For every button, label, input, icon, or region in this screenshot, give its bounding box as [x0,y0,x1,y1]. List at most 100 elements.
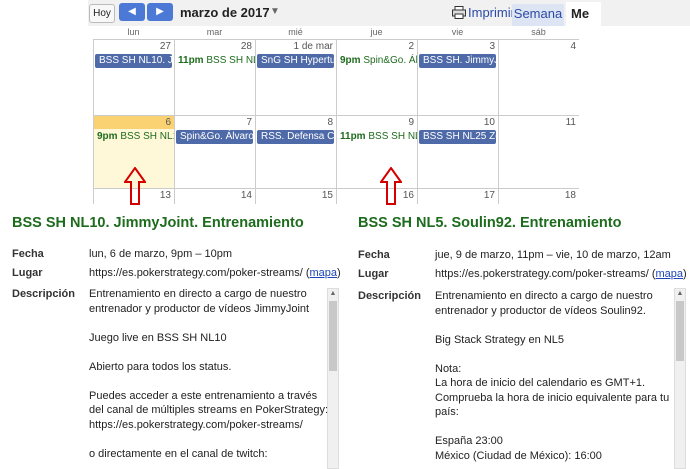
prev-month-button[interactable]: ◀ [119,3,145,21]
event-label: BSS SH NL10 [120,131,174,142]
day-cell[interactable]: 8 [255,115,336,188]
description-label: Descripción [12,288,75,300]
day-cell[interactable]: 27 [93,39,174,115]
description-scrollbar[interactable]: ▲ [674,288,686,469]
print-button[interactable]: Imprimir [452,5,515,20]
map-link[interactable]: mapa [310,267,338,279]
day-cell[interactable]: 10 [417,115,498,188]
day-number[interactable]: 9 [408,117,414,128]
print-label: Imprimir [468,5,515,20]
day-number[interactable]: 18 [565,190,576,201]
day-cell[interactable]: 18 [498,188,579,204]
event-title: BSS SH NL5. Soulin92. Entrenamiento [358,215,622,231]
date-label: Fecha [358,249,390,261]
event-label: BSS SH NL5 [206,55,255,66]
day-number[interactable]: 4 [570,41,576,52]
day-number[interactable]: 17 [484,190,495,201]
event-label: BSS SH. JimmyJoint [423,55,496,66]
scroll-thumb[interactable] [676,301,684,361]
event-label: Spin&Go. Álvaro [363,55,417,66]
location-label: Lugar [12,267,43,279]
tab-week[interactable]: Semana [512,4,564,26]
day-number[interactable]: 3 [489,41,495,52]
calendar-event[interactable]: RSS. Defensa Ciega [257,130,334,144]
event-time: 9pm [97,131,118,142]
day-number[interactable]: 6 [165,117,171,128]
calendar-event[interactable]: BSS SH NL25 Zoom [419,130,496,144]
day-number[interactable]: 10 [484,117,495,128]
date-value: lun, 6 de marzo, 9pm – 10pm [89,248,233,260]
day-number[interactable]: 13 [160,190,171,201]
scroll-up-icon[interactable]: ▲ [675,289,685,299]
calendar-event[interactable]: 11pm BSS SH NL5 [176,54,255,68]
day-cell[interactable]: 28 [174,39,255,115]
day-cell[interactable]: 2 [336,39,417,115]
calendar-event[interactable]: BSS SH NL10. JimmyJoint. [95,54,172,68]
day-number[interactable]: 28 [241,41,252,52]
chevron-right-icon: ▶ [156,6,164,17]
weekday-header: mar [206,27,223,37]
weekday-header: sáb [531,27,546,37]
location-url: https://es.pokerstrategy.com/poker-strea… [435,268,649,280]
calendar-event[interactable]: 9pm Spin&Go. Álvaro [338,54,417,68]
weekday-header: mié [288,27,303,37]
day-cell[interactable]: 16 [336,188,417,204]
day-number[interactable]: 11 [566,117,576,128]
event-label: Spin&Go. Álvaro [180,131,253,142]
weekday-header: jue [370,27,383,37]
event-time: 11pm [178,55,204,66]
printer-icon [452,6,466,19]
tab-month[interactable]: Me [566,2,601,26]
chevron-left-icon: ◀ [128,6,136,17]
event-label: SnG SH Hyperturbos [261,55,334,66]
day-number[interactable]: 14 [241,190,252,201]
day-cell[interactable]: 4 [498,39,579,115]
day-number[interactable]: 2 [408,41,414,52]
date-label: Fecha [12,248,44,260]
next-month-button[interactable]: ▶ [147,3,173,21]
day-cell[interactable]: 7 [174,115,255,188]
event-label: RSS. Defensa Ciega [261,131,334,142]
chevron-down-icon[interactable]: ▼ [270,6,280,17]
today-button[interactable]: Hoy [89,4,115,23]
location-value: https://es.pokerstrategy.com/poker-strea… [435,268,687,280]
event-title: BSS SH NL10. JimmyJoint. Entrenamiento [12,215,304,231]
event-time: 11pm [340,131,366,142]
scroll-up-icon[interactable]: ▲ [328,289,338,299]
day-number[interactable]: 27 [160,41,171,52]
event-description: Entrenamiento en directo a cargo de nues… [89,288,329,460]
today-highlight [94,116,174,129]
calendar-event[interactable]: SnG SH Hyperturbos [257,54,334,68]
weekday-header: vie [451,27,464,37]
location-url: https://es.pokerstrategy.com/poker-strea… [89,267,303,279]
day-cell[interactable]: 14 [174,188,255,204]
day-cell[interactable]: 11 [498,115,579,188]
day-cell[interactable]: 15 [255,188,336,204]
scroll-thumb[interactable] [329,301,337,371]
day-number[interactable]: 8 [327,117,333,128]
event-label: BSS SH NL5 [368,131,417,142]
day-number[interactable]: 16 [403,190,414,201]
day-cell[interactable]: 9 [336,115,417,188]
event-label: BSS SH NL10. JimmyJoint. [99,55,172,66]
description-scrollbar[interactable]: ▲ [327,288,339,469]
day-number[interactable]: 1 de mar [294,41,333,52]
month-title[interactable]: marzo de 2017 [180,5,270,20]
location-value: https://es.pokerstrategy.com/poker-strea… [89,267,341,279]
day-number[interactable]: 7 [246,117,252,128]
day-cell[interactable]: 1 de mar [255,39,336,115]
up-arrow-icon [124,167,146,205]
calendar-toolbar: Hoy ◀ ▶ marzo de 2017 ▼ Imprimir Semana … [88,0,690,26]
date-value: jue, 9 de marzo, 11pm – vie, 10 de marzo… [435,249,671,261]
calendar-event[interactable]: BSS SH. JimmyJoint [419,54,496,68]
calendar-event[interactable]: 11pm BSS SH NL5 [338,130,417,144]
day-cell[interactable]: 17 [417,188,498,204]
weekday-header: lun [127,27,140,37]
map-link[interactable]: mapa [656,268,684,280]
day-cell[interactable]: 3 [417,39,498,115]
location-label: Lugar [358,268,389,280]
calendar-event[interactable]: 9pm BSS SH NL10 [95,130,174,144]
day-number[interactable]: 15 [322,190,333,201]
calendar-event[interactable]: Spin&Go. Álvaro [176,130,253,144]
month-grid: lun mar mié jue vie sáb 27 28 1 de mar 2 3 4 BSS SH … [93,26,593,204]
